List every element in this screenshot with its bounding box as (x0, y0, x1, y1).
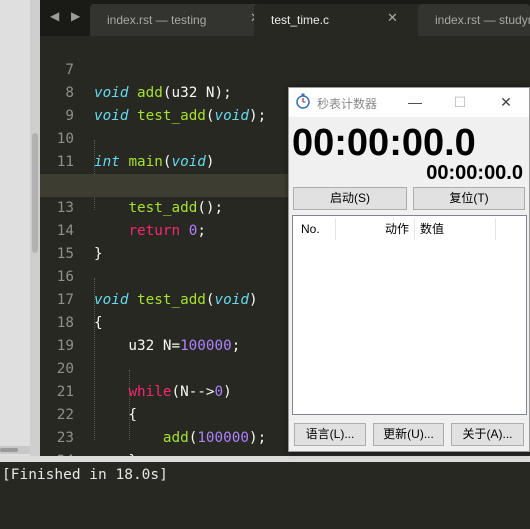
tab-label: index.rst — studync (435, 13, 530, 27)
stopwatch-icon (296, 93, 310, 109)
tab-test-time-c[interactable]: test_time.c ✕ (254, 4, 422, 36)
build-output-text: [Finished in 18.0s] (2, 467, 168, 483)
tab-index-rst-studync[interactable]: index.rst — studync (418, 4, 530, 36)
about-button[interactable]: 关于(A)... (451, 423, 524, 446)
reset-button[interactable]: 复位(T) (413, 187, 525, 210)
sidebar-hscroll-thumb[interactable] (0, 448, 18, 452)
sidebar-scroll-thumb[interactable] (32, 133, 38, 253)
close-button[interactable]: ✕ (495, 92, 517, 112)
column-header-no[interactable]: No. (301, 216, 320, 242)
tab-label: index.rst — testing (107, 13, 207, 27)
maximize-button[interactable]: ☐ (449, 92, 471, 112)
column-header-value[interactable]: 数值 (420, 216, 444, 242)
close-icon[interactable]: ✕ (387, 11, 398, 26)
build-output-panel[interactable]: [Finished in 18.0s] (0, 462, 530, 529)
language-button[interactable]: 语言(L)... (294, 423, 366, 446)
column-separator (414, 218, 415, 240)
tab-label: test_time.c (271, 13, 330, 27)
lap-time-display: 00:00:00.0 (426, 162, 523, 184)
column-separator (335, 218, 336, 240)
tab-bar: ◀ ▶ index.rst — testing ✕ test_time.c ✕ … (40, 0, 530, 36)
code-line: 8 void test_add(void); (40, 59, 530, 124)
column-header-action[interactable]: 动作 (385, 216, 409, 242)
start-button[interactable]: 启动(S) (293, 187, 407, 210)
minimize-button[interactable]: — (404, 92, 426, 112)
lap-list[interactable]: No. 动作 数值 (292, 215, 527, 415)
update-button[interactable]: 更新(U)... (373, 423, 444, 446)
stopwatch-window: 秒表计数器 — ☐ ✕ 00:00:00.0 00:00:00.0 启动(S) … (288, 87, 530, 452)
main-time-display: 00:00:00.0 (292, 122, 476, 164)
title-bar[interactable]: 秒表计数器 — ☐ ✕ (289, 88, 529, 117)
window-title: 秒表计数器 (317, 97, 378, 111)
code-line: 7 void add(u32 N); (40, 36, 530, 101)
column-separator (495, 218, 496, 240)
tab-nav-arrows[interactable]: ◀ ▶ (50, 9, 84, 23)
tab-index-rst-testing[interactable]: index.rst — testing ✕ (90, 4, 268, 36)
